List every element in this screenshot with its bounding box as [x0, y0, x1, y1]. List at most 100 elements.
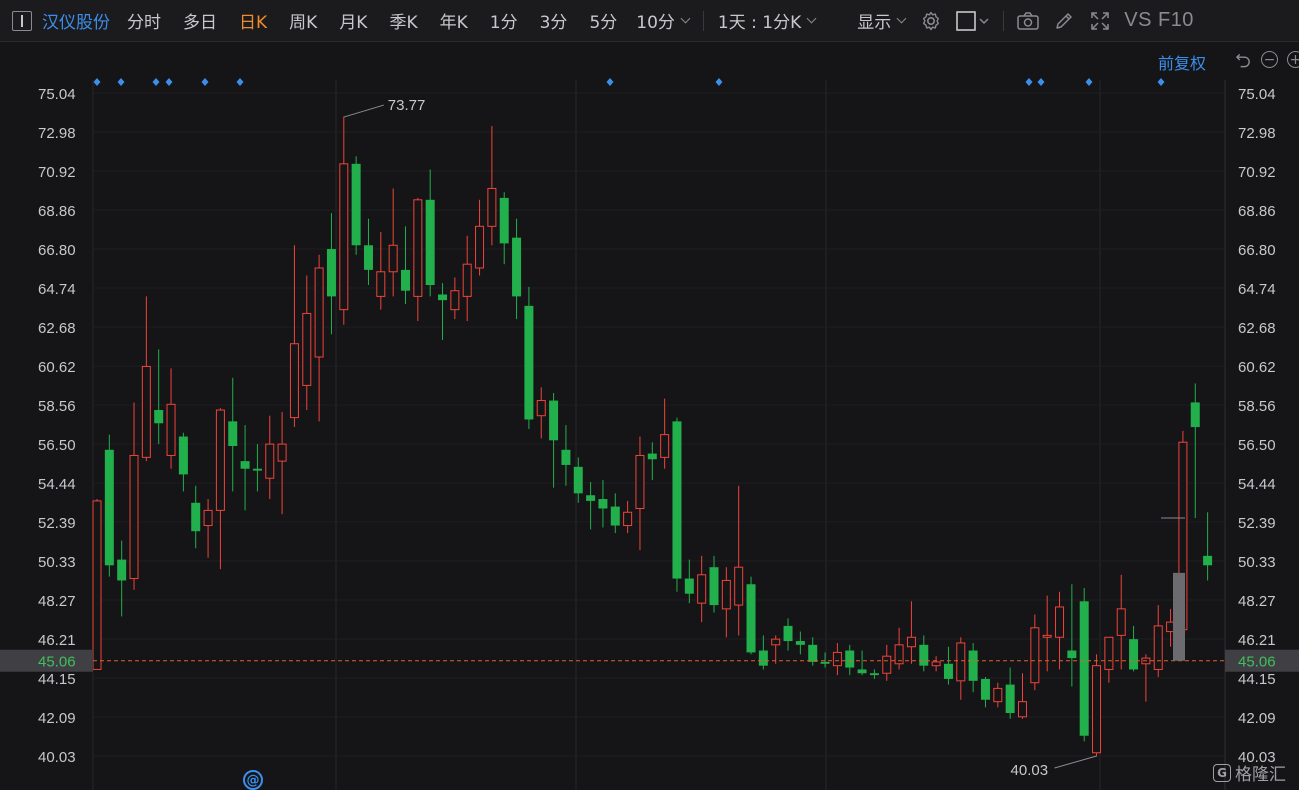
- y-tick-label-left: 40.03: [38, 749, 76, 766]
- candle: [1104, 636, 1114, 683]
- candle-body: [882, 655, 892, 674]
- tab-6[interactable]: 年K: [429, 8, 479, 33]
- tab-5[interactable]: 季K: [378, 8, 428, 33]
- y-tick-label-left: 56.50: [38, 437, 76, 454]
- candle: [487, 125, 497, 246]
- adjust-mode-button[interactable]: 前复权: [1158, 50, 1206, 74]
- candle-body: [326, 249, 336, 297]
- display-select[interactable]: 显示: [849, 8, 913, 33]
- y-tick-label-right: 75.04: [1238, 86, 1276, 103]
- period-select[interactable]: 1天 : 1分K: [710, 8, 823, 33]
- low-leader-line: [1054, 755, 1097, 769]
- candle: [141, 296, 151, 462]
- candle: [610, 493, 620, 534]
- y-tick-label-left: 44.15: [38, 671, 76, 688]
- period-select-label: 1天 : 1分K: [717, 13, 802, 33]
- candle-body: [1203, 555, 1213, 566]
- chevron-down-icon: [896, 13, 907, 24]
- brand-logo: G 格隆汇: [1213, 760, 1286, 785]
- candle-body: [1055, 606, 1065, 638]
- candle-body: [943, 663, 953, 679]
- y-tick-label-left: 72.98: [38, 125, 76, 142]
- brand-logo-text: 格隆汇: [1235, 765, 1286, 785]
- fullscreen-icon[interactable]: [1089, 10, 1111, 32]
- candle-body: [1092, 665, 1102, 754]
- candle: [265, 415, 275, 500]
- pencil-icon[interactable]: [1053, 10, 1075, 32]
- panel-toggle-icon[interactable]: [12, 10, 32, 31]
- more-period-dropdown[interactable]: 10分: [628, 8, 697, 33]
- candle: [795, 631, 805, 655]
- event-marker: [117, 78, 125, 86]
- event-marker: [201, 78, 209, 86]
- candle-body: [339, 163, 349, 311]
- candle-body: [635, 454, 645, 509]
- vs-f10-button[interactable]: VS F10: [1124, 9, 1194, 32]
- candle-body: [289, 343, 299, 419]
- at-icon[interactable]: @: [243, 770, 263, 790]
- y-tick-label-right: 62.68: [1238, 320, 1276, 337]
- candle: [92, 499, 102, 670]
- candle-body: [697, 574, 707, 604]
- zoom-out-icon[interactable]: −: [1261, 51, 1278, 68]
- candle: [191, 485, 201, 549]
- candle: [894, 627, 904, 670]
- candle-body: [1153, 625, 1163, 670]
- candle-body: [647, 453, 657, 460]
- candle-body: [919, 644, 929, 666]
- candle-body: [388, 244, 398, 273]
- event-marker: [1025, 78, 1033, 86]
- divider: [1003, 10, 1005, 31]
- event-marker: [93, 78, 101, 86]
- candle: [808, 637, 818, 666]
- candle: [1018, 673, 1027, 719]
- y-tick-label-left: 46.21: [38, 632, 76, 649]
- toolbar: 汉仪股份 分时 多日 日K 周K 月K 季K 年K 1分 3分 5分 10分 1天 : 1分K 显…: [0, 0, 1299, 42]
- undo-icon[interactable]: [1235, 51, 1252, 68]
- camera-icon[interactable]: [1017, 10, 1039, 32]
- y-tick-label-right: 56.50: [1238, 437, 1276, 454]
- tab-0[interactable]: 分时: [116, 8, 172, 33]
- checkbox-icon[interactable]: [956, 10, 990, 32]
- stock-name[interactable]: 汉仪股份: [42, 8, 110, 33]
- candle: [1030, 614, 1040, 691]
- candle: [401, 226, 410, 304]
- candle-body: [438, 294, 448, 301]
- tab-7[interactable]: 1分: [479, 8, 529, 33]
- candle: [425, 169, 435, 297]
- settings-icon[interactable]: [920, 10, 942, 32]
- y-tick-label-left: 66.80: [38, 242, 76, 259]
- candle: [154, 349, 164, 445]
- y-tick-label-left: 58.56: [38, 398, 76, 415]
- candle: [1129, 625, 1139, 672]
- candle-body: [598, 499, 608, 509]
- candle: [326, 213, 336, 335]
- candle-body: [1018, 701, 1027, 718]
- tab-3[interactable]: 周K: [278, 8, 328, 33]
- candle: [351, 156, 361, 255]
- candle: [1055, 591, 1065, 670]
- candle: [363, 218, 373, 286]
- event-marker: [236, 78, 244, 86]
- candle: [499, 192, 509, 265]
- candle-body: [623, 511, 633, 527]
- kline-chart[interactable]: 75.04 72.98 70.92 68.86 66.80 64.74 62.68 60.62…: [0, 42, 1299, 790]
- tab-8[interactable]: 3分: [529, 8, 579, 33]
- tab-4[interactable]: 月K: [328, 8, 378, 33]
- tab-9[interactable]: 5分: [578, 8, 628, 33]
- candle-body: [980, 678, 990, 700]
- candle-body: [1190, 402, 1200, 428]
- candle: [104, 434, 114, 577]
- candle-body: [968, 650, 978, 681]
- candle-body: [265, 443, 275, 479]
- tab-1[interactable]: 多日: [172, 8, 228, 33]
- y-tick-label-right: 52.39: [1238, 515, 1276, 532]
- candle-body: [771, 638, 781, 646]
- candle-body: [240, 461, 250, 469]
- candle: [943, 646, 953, 685]
- y-tick-label-right: 50.33: [1238, 554, 1276, 571]
- candle-body: [845, 650, 855, 668]
- tab-2[interactable]: 日K: [228, 8, 278, 33]
- candle-body: [795, 641, 805, 645]
- zoom-in-icon[interactable]: +: [1287, 51, 1299, 68]
